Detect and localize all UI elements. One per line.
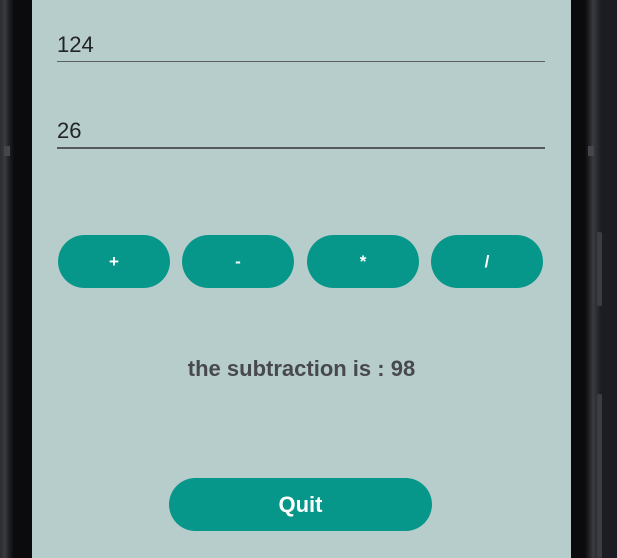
phone-bezel-left [0, 0, 32, 558]
result-text: the subtraction is : 98 [187, 356, 416, 381]
multiply-button[interactable]: * [307, 235, 419, 288]
bezel-notch-left [4, 146, 10, 156]
quit-button[interactable]: Quit [169, 478, 432, 531]
phone-bezel-right [571, 0, 617, 558]
first-number-field [57, 24, 545, 62]
phone-device: + - * / the subtraction is : 98 Quit [0, 0, 617, 558]
first-number-input[interactable] [57, 24, 545, 61]
power-button [597, 394, 602, 558]
operations-row: + - * / [58, 235, 544, 288]
second-number-field [57, 110, 545, 149]
bezel-notch-right [588, 146, 594, 156]
volume-button [597, 232, 602, 306]
divide-button[interactable]: / [431, 235, 543, 288]
subtract-button[interactable]: - [182, 235, 294, 288]
app-screen: + - * / the subtraction is : 98 Quit [32, 0, 571, 558]
add-button[interactable]: + [58, 235, 170, 288]
second-number-input[interactable] [57, 110, 545, 147]
